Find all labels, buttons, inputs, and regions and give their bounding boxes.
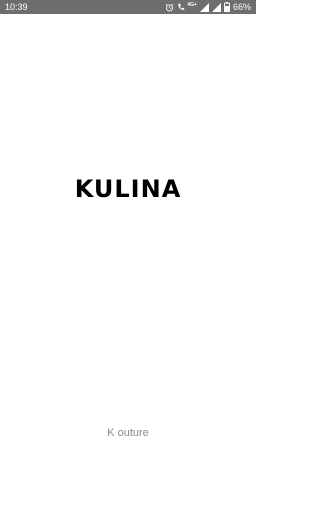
status-bar-left: 10:39 [5, 0, 28, 14]
signal-icon [199, 0, 209, 14]
status-bar: 10:39 4G+ 66% [0, 0, 256, 14]
signal-icon-2 [211, 0, 221, 14]
network-type-indicator: 4G+ [187, 0, 197, 14]
network-type-label: 4G+ [187, 1, 197, 8]
battery-percent: 66% [232, 2, 251, 12]
splash-screen: 10:39 4G+ 66% KULINA K outure [0, 0, 256, 512]
status-bar-right: 4G+ 66% [165, 0, 251, 14]
status-time: 10:39 [5, 2, 28, 12]
alarm-icon [165, 0, 174, 14]
brand-name: KULINA [74, 175, 182, 203]
battery-icon [224, 0, 230, 14]
brand-tagline: K outure [107, 427, 149, 439]
call-icon [177, 0, 185, 14]
